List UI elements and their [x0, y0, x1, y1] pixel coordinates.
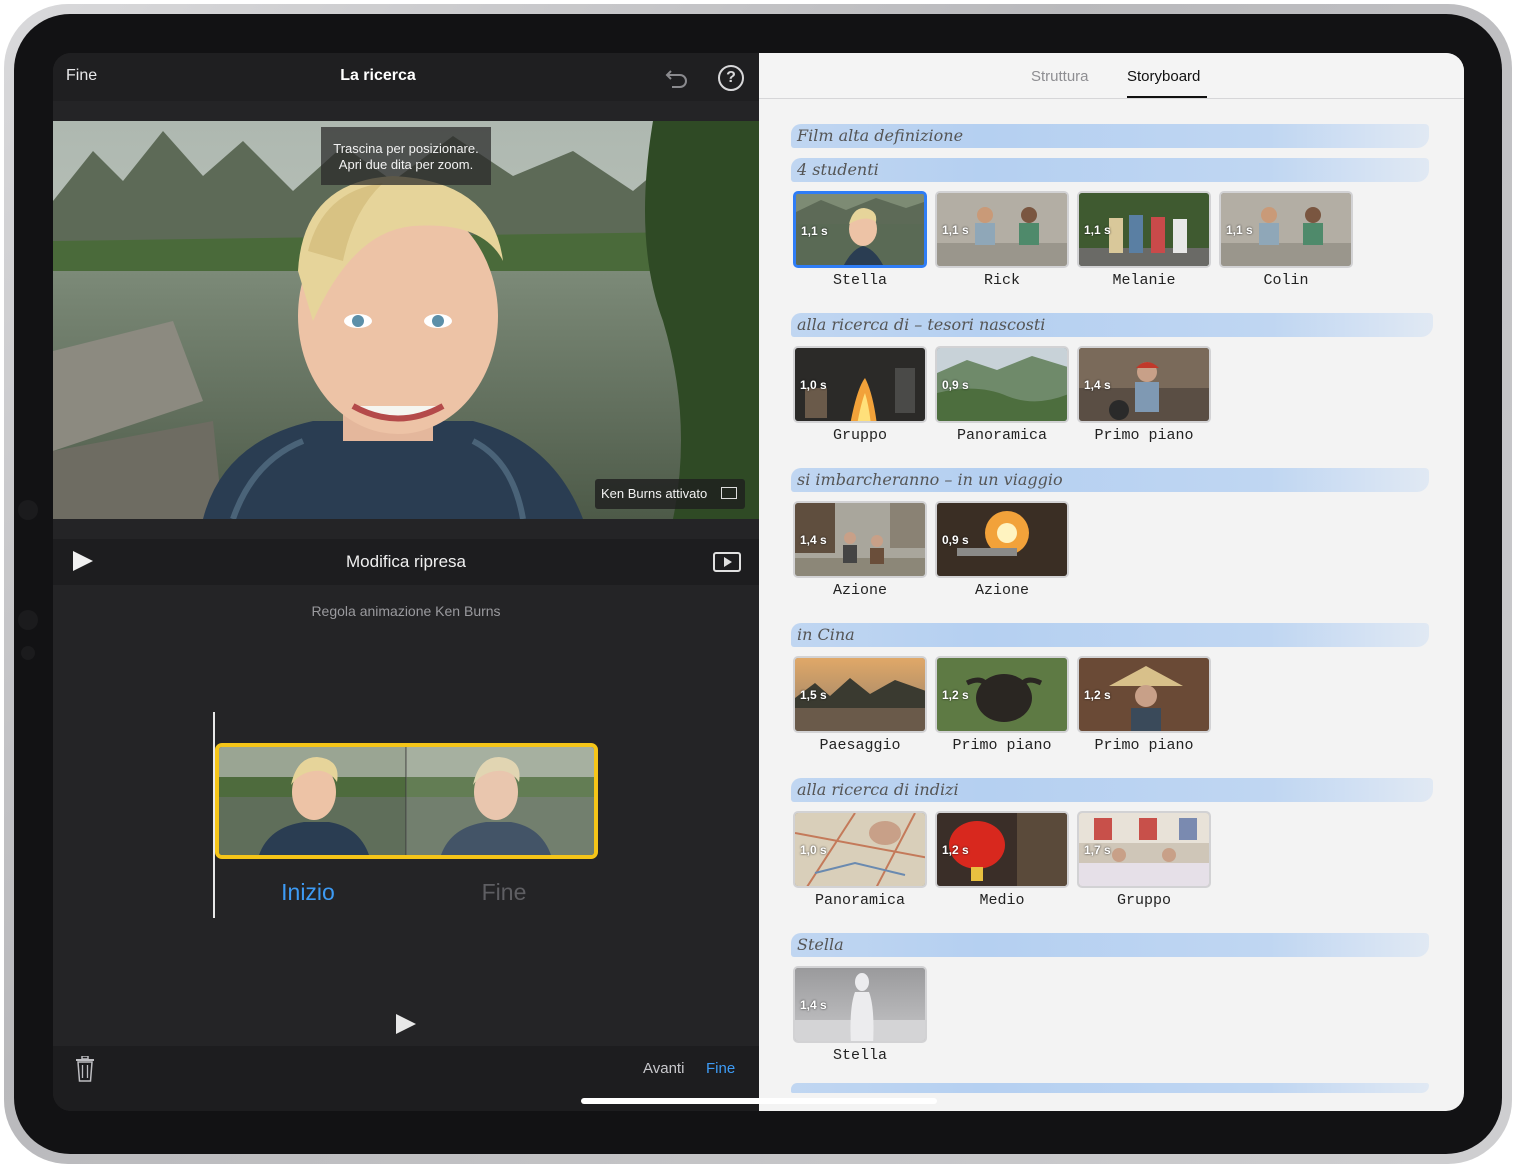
clip-thumbnail[interactable]: 1,2 s: [935, 811, 1069, 888]
clip-thumbnail[interactable]: 0,9 s: [935, 501, 1069, 578]
clip-thumbnail[interactable]: 1,4 s: [1077, 346, 1211, 423]
clip-duration: 1,2 s: [942, 688, 969, 702]
clip-label: Rick: [983, 272, 1020, 289]
clip-label: Primo piano: [952, 737, 1052, 754]
clip-thumbnail[interactable]: 1,7 s: [1077, 811, 1211, 888]
clip-label: Melanie: [1112, 272, 1176, 289]
clip-duration: 1,4 s: [800, 998, 827, 1012]
video-viewer[interactable]: Trascina per posizionare. Apri due dita …: [53, 121, 759, 519]
section-title[interactable]: Film alta definizione: [791, 124, 1429, 148]
clip-duration: 1,1 s: [1084, 223, 1111, 237]
clip-thumbnail[interactable]: 1,1 s: [1219, 191, 1353, 268]
app-screen: Fine La ricerca ? Trascina per posiziona…: [53, 53, 1464, 1111]
editor-pane: Fine La ricerca ? Trascina per posiziona…: [53, 53, 759, 1111]
clip-label: Medio: [979, 892, 1025, 909]
clip-thumbnail[interactable]: 1,1 s: [1077, 191, 1211, 268]
section-title[interactable]: alla ricerca di – tesori nascosti: [791, 313, 1433, 337]
clip-thumbnail[interactable]: 1,2 s: [1077, 656, 1211, 733]
clip-label: Primo piano: [1094, 427, 1194, 444]
clip-thumbnail[interactable]: 1,4 s: [793, 501, 927, 578]
selected-clip-frames[interactable]: [215, 743, 598, 859]
end-point-button[interactable]: Fine: [449, 879, 559, 906]
clip-frames-image: [219, 747, 594, 855]
done-button[interactable]: Fine: [66, 67, 97, 85]
help-button[interactable]: ?: [718, 65, 744, 91]
undo-icon[interactable]: [663, 63, 691, 91]
next-section-stripe: [791, 1083, 1429, 1093]
clip-duration: 0,9 s: [942, 533, 969, 547]
ken-burns-label: Ken Burns attivato: [601, 486, 708, 501]
clip-thumbnail[interactable]: 1,1 s: [793, 191, 927, 268]
section-title[interactable]: 4 studenti: [791, 158, 1429, 182]
start-point-button[interactable]: Inizio: [253, 879, 363, 906]
clip-label: Primo piano: [1094, 737, 1194, 754]
tab-structure[interactable]: Struttura: [1031, 68, 1089, 85]
section-title[interactable]: alla ricerca di indizi: [791, 778, 1433, 802]
clip-label: Gruppo: [1116, 892, 1171, 909]
tab-bar: Struttura Storyboard: [759, 53, 1464, 99]
section-title[interactable]: in Cina: [791, 623, 1429, 647]
finish-button[interactable]: Fine: [706, 1060, 735, 1077]
clip-label: Panoramica: [956, 427, 1047, 444]
ken-burns-caption: Regola animazione Ken Burns: [311, 603, 501, 619]
clip-duration: 1,5 s: [800, 688, 827, 702]
next-button[interactable]: Avanti: [643, 1060, 684, 1077]
tab-storyboard[interactable]: Storyboard: [1127, 68, 1200, 85]
clip-label: Stella: [832, 1047, 887, 1064]
clip-duration: 0,9 s: [942, 378, 969, 392]
clip-thumbnail[interactable]: 0,9 s: [935, 346, 1069, 423]
clip-duration: 1,0 s: [800, 843, 827, 857]
clip-label: Azione: [832, 582, 887, 599]
clip-label: Colin: [1263, 272, 1309, 289]
ken-burns-badge[interactable]: Ken Burns attivato: [595, 479, 745, 509]
side-dot: [18, 500, 38, 520]
trash-icon[interactable]: [75, 1056, 95, 1082]
clip-thumbnail[interactable]: 1,0 s: [793, 346, 927, 423]
viewer-hint-line: Trascina per posizionare.: [333, 141, 479, 156]
clip-thumbnail[interactable]: 1,4 s: [793, 966, 927, 1043]
clip-thumbnail[interactable]: 1,2 s: [935, 656, 1069, 733]
clip-duration: 1,1 s: [1226, 223, 1253, 237]
viewer-hint: Trascina per posizionare. Apri due dita …: [321, 127, 491, 185]
clip-duration: 1,0 s: [800, 378, 827, 392]
edit-bar: Modifica ripresa: [53, 539, 759, 585]
clip-duration: 1,4 s: [800, 533, 827, 547]
clip-duration: 1,1 s: [801, 224, 828, 238]
storyboard-pane: Struttura Storyboard Film alta definizio…: [759, 53, 1464, 1111]
clip-duration: 1,7 s: [1084, 843, 1111, 857]
clip-label: Stella: [832, 272, 887, 289]
ken-burns-icon: [721, 487, 737, 499]
clip-thumbnail[interactable]: 1,1 s: [935, 191, 1069, 268]
clip-label: Gruppo: [832, 427, 887, 444]
top-bar: Fine La ricerca ?: [53, 53, 759, 101]
clip-duration: 1,2 s: [942, 843, 969, 857]
clip-thumbnail[interactable]: 1,0 s: [793, 811, 927, 888]
section-title[interactable]: si imbarcheranno – in un viaggio: [791, 468, 1429, 492]
project-title: La ricerca: [340, 67, 416, 84]
clip-label: Paesaggio: [819, 737, 901, 754]
clip-duration: 1,2 s: [1084, 688, 1111, 702]
active-tab-indicator: [1127, 96, 1207, 98]
edit-title: Modifica ripresa: [346, 552, 466, 571]
play-animation-icon[interactable]: [396, 1014, 416, 1034]
home-indicator[interactable]: [581, 1098, 937, 1104]
side-dot: [21, 646, 35, 660]
section-title[interactable]: Stella: [791, 933, 1429, 957]
viewer-hint-line: Apri due dita per zoom.: [338, 157, 474, 172]
clip-duration: 1,4 s: [1084, 378, 1111, 392]
clip-duration: 1,1 s: [942, 223, 969, 237]
clip-label: Azione: [974, 582, 1029, 599]
clip-label: Panoramica: [814, 892, 905, 909]
clip-thumbnail[interactable]: 1,5 s: [793, 656, 927, 733]
fullscreen-preview-icon[interactable]: [713, 552, 741, 572]
play-icon[interactable]: [73, 551, 93, 571]
side-dot: [18, 610, 38, 630]
